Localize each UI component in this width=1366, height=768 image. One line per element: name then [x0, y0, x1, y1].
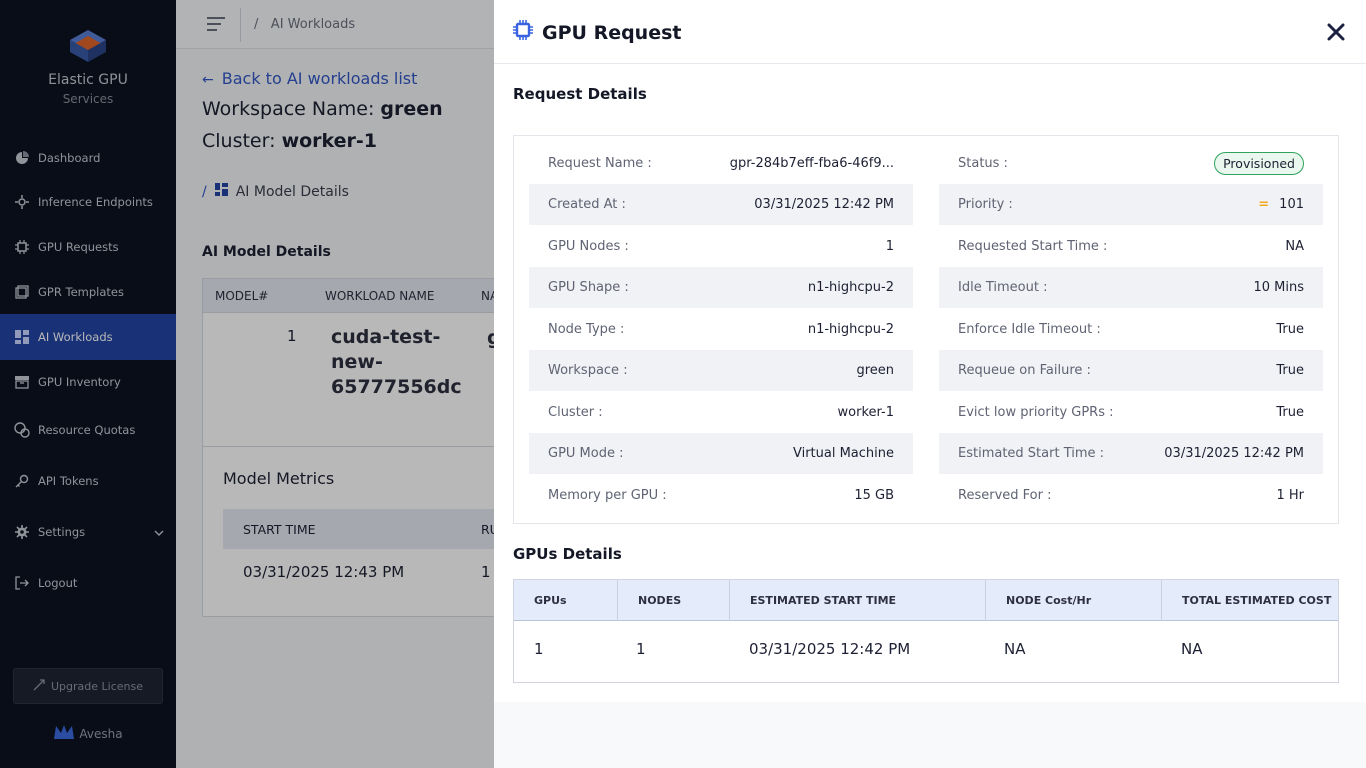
detail-row-requested-start-time: Requested Start Time : NA: [939, 226, 1323, 267]
detail-row-gpu-nodes: GPU Nodes : 1: [529, 226, 913, 267]
table-header: GPUs NODES ESTIMATED START TIME NODE Cos…: [514, 580, 1338, 621]
cell-total-estimated-cost: NA: [1181, 640, 1203, 658]
detail-label: Priority :: [958, 197, 1013, 212]
detail-label: Requested Start Time :: [958, 239, 1108, 254]
detail-label: Status :: [958, 156, 1008, 171]
detail-value: worker-1: [837, 405, 894, 420]
detail-row-gpu-shape: GPU Shape : n1-highcpu-2: [529, 267, 913, 308]
detail-value: 1 Hr: [1276, 488, 1304, 503]
priority-value: = 101: [1258, 197, 1304, 212]
detail-value: True: [1276, 322, 1304, 337]
detail-label: Request Name :: [548, 156, 652, 171]
detail-value: 10 Mins: [1253, 280, 1304, 295]
detail-value: green: [856, 363, 894, 378]
priority-equal-icon: =: [1258, 197, 1270, 212]
detail-row-status: Status : Provisioned: [939, 143, 1323, 184]
col-nodes: NODES: [618, 580, 730, 621]
detail-value: 15 GB: [854, 488, 894, 503]
drawer-header: GPU Request: [494, 0, 1366, 64]
detail-label: GPU Shape :: [548, 280, 629, 295]
detail-value: n1-highcpu-2: [807, 322, 894, 337]
detail-row-memory-per-gpu: Memory per GPU : 15 GB: [529, 475, 913, 516]
detail-row-gpu-mode: GPU Mode : Virtual Machine: [529, 433, 913, 474]
cell-estimated-start-time: 03/31/2025 12:42 PM: [749, 640, 911, 658]
detail-value: NA: [1285, 239, 1304, 254]
drawer-title-text: GPU Request: [542, 21, 682, 44]
cell-nodes: 1: [636, 640, 646, 658]
col-total-estimated-cost: TOTAL ESTIMATED COST: [1182, 594, 1332, 607]
gpus-details-title: GPUs Details: [513, 545, 622, 563]
request-details-title: Request Details: [513, 85, 647, 103]
detail-value: 1: [885, 239, 894, 254]
request-details-box: Request Name : gpr-284b7eff-fba6-46f9...…: [513, 135, 1339, 524]
detail-label: Workspace :: [548, 363, 628, 378]
detail-label: Cluster :: [548, 405, 603, 420]
detail-label: Idle Timeout :: [958, 280, 1048, 295]
detail-value: 03/31/2025 12:42 PM: [754, 197, 894, 212]
detail-row-cluster: Cluster : worker-1: [529, 392, 913, 433]
detail-label: Created At :: [548, 197, 626, 212]
detail-label: Enforce Idle Timeout :: [958, 322, 1101, 337]
detail-row-reserved-for: Reserved For : 1 Hr: [939, 475, 1323, 516]
detail-row-estimated-start-time: Estimated Start Time : 03/31/2025 12:42 …: [939, 433, 1323, 474]
col-node-cost: NODE Cost/Hr: [986, 580, 1162, 621]
detail-value: Virtual Machine: [792, 446, 894, 461]
cell-node-cost: NA: [1004, 640, 1026, 658]
close-icon: [1324, 23, 1348, 48]
drawer-body: Request Details Request Name : gpr-284b7…: [494, 64, 1366, 702]
detail-label: Memory per GPU :: [548, 488, 667, 503]
detail-value: True: [1276, 405, 1304, 420]
chip-icon: [512, 19, 534, 46]
detail-label: Reserved For :: [958, 488, 1052, 503]
col-estimated-start-time: ESTIMATED START TIME: [730, 580, 986, 621]
gpus-details-table: GPUs NODES ESTIMATED START TIME NODE Cos…: [513, 579, 1339, 683]
status-badge: Provisioned: [1214, 152, 1304, 175]
detail-label: Evict low priority GPRs :: [958, 405, 1114, 420]
cell-gpus: 1: [534, 640, 544, 658]
detail-row-enforce-idle-timeout: Enforce Idle Timeout : True: [939, 309, 1323, 350]
detail-label: Requeue on Failure :: [958, 363, 1091, 378]
detail-value: n1-highcpu-2: [807, 280, 894, 295]
detail-row-request-name: Request Name : gpr-284b7eff-fba6-46f9...: [529, 143, 913, 184]
detail-row-priority: Priority : = 101: [939, 184, 1323, 225]
detail-label: Estimated Start Time :: [958, 446, 1105, 461]
detail-row-idle-timeout: Idle Timeout : 10 Mins: [939, 267, 1323, 308]
drawer-title: GPU Request: [512, 19, 682, 46]
detail-row-node-type: Node Type : n1-highcpu-2: [529, 309, 913, 350]
detail-row-evict-low-priority: Evict low priority GPRs : True: [939, 392, 1323, 433]
col-gpus: GPUs: [514, 580, 618, 621]
close-button[interactable]: [1324, 20, 1348, 44]
detail-label: Node Type :: [548, 322, 625, 337]
detail-value: 03/31/2025 12:42 PM: [1164, 446, 1304, 461]
gpu-request-drawer: GPU Request Request Details Request Name…: [494, 0, 1366, 768]
detail-value: True: [1276, 363, 1304, 378]
detail-row-workspace: Workspace : green: [529, 350, 913, 391]
detail-row-requeue-on-failure: Requeue on Failure : True: [939, 350, 1323, 391]
detail-value: gpr-284b7eff-fba6-46f9...: [729, 156, 894, 171]
detail-row-created-at: Created At : 03/31/2025 12:42 PM: [529, 184, 913, 225]
detail-label: GPU Mode :: [548, 446, 624, 461]
detail-value: 101: [1279, 197, 1304, 212]
detail-label: GPU Nodes :: [548, 239, 629, 254]
